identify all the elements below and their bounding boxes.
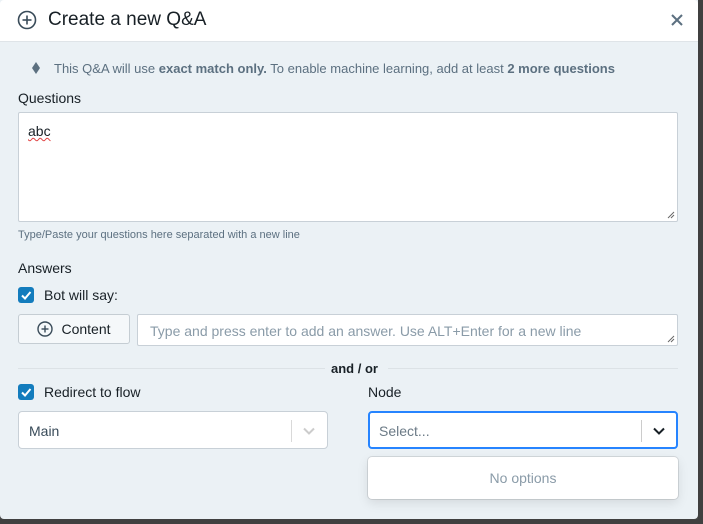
node-select-menu: No options xyxy=(368,457,678,499)
select-separator xyxy=(291,420,292,442)
answer-input[interactable]: Type and press enter to add an answer. U… xyxy=(137,314,678,346)
checkmark-icon xyxy=(21,291,32,300)
redirect-to-flow-checkbox[interactable] xyxy=(18,384,34,400)
divider-left xyxy=(18,368,325,369)
questions-hint: Type/Paste your questions here separated… xyxy=(18,229,300,241)
backdrop-right xyxy=(698,0,703,524)
info-callout: This Q&A will use exact match only. To e… xyxy=(32,61,615,76)
bot-will-say-checkbox[interactable] xyxy=(18,287,34,303)
content-button-label: Content xyxy=(61,321,111,337)
redirect-to-flow-label: Redirect to flow xyxy=(44,384,141,400)
no-options-message: No options xyxy=(489,470,557,486)
close-icon[interactable] xyxy=(670,13,684,27)
node-select-placeholder: Select... xyxy=(379,423,430,439)
add-circle-icon xyxy=(17,10,37,30)
divider-right xyxy=(388,368,678,369)
chevron-down-icon[interactable] xyxy=(652,425,666,437)
answers-label: Answers xyxy=(18,260,72,276)
info-text-before: This Q&A will use xyxy=(54,61,159,76)
add-circle-icon xyxy=(37,321,54,337)
info-bold-exact-match: exact match only. xyxy=(158,61,267,76)
backdrop-bottom xyxy=(0,519,703,524)
select-separator xyxy=(641,420,642,442)
checkmark-icon xyxy=(21,388,32,397)
resize-grip-icon[interactable] xyxy=(667,211,675,219)
node-label: Node xyxy=(368,384,402,400)
answer-placeholder: Type and press enter to add an answer. U… xyxy=(150,323,582,339)
resize-grip-icon[interactable] xyxy=(667,335,675,343)
node-select[interactable]: Select... xyxy=(368,411,678,449)
chevron-down-icon[interactable] xyxy=(302,425,316,437)
questions-textarea[interactable]: abc xyxy=(18,112,678,222)
add-content-button[interactable]: Content xyxy=(18,314,130,344)
bot-will-say-label: Bot will say: xyxy=(44,287,118,303)
info-bold-more-questions: 2 more questions xyxy=(507,61,615,76)
questions-label: Questions xyxy=(18,90,82,106)
questions-value: abc xyxy=(28,123,51,139)
diamond-icon xyxy=(32,62,40,74)
info-text-middle: To enable machine learning, add at least xyxy=(266,61,508,76)
and-or-separator: and / or xyxy=(331,361,378,376)
flow-select-value: Main xyxy=(29,423,60,439)
flow-select[interactable]: Main xyxy=(18,411,328,449)
create-qna-dialog: Create a new Q&A This Q&A will use exact… xyxy=(0,0,698,519)
dialog-header: Create a new Q&A xyxy=(0,0,698,42)
dialog-title: Create a new Q&A xyxy=(48,9,207,30)
